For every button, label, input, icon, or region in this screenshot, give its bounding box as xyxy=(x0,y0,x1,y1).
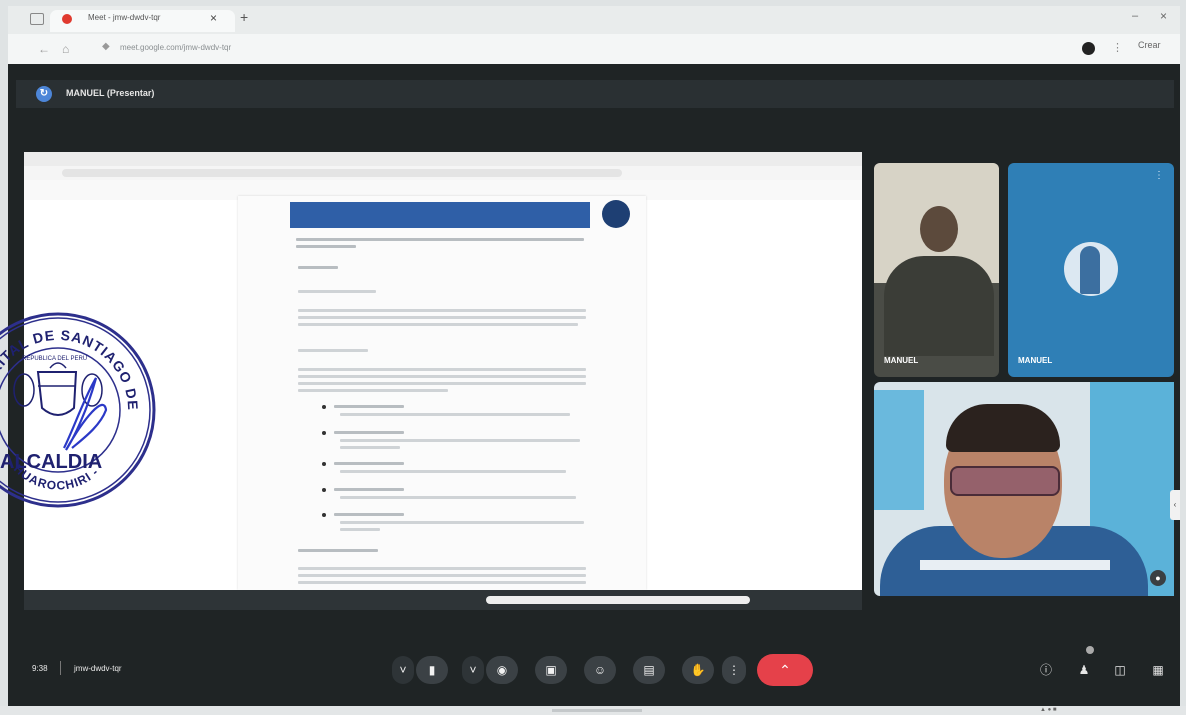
coat-of-arms-icon xyxy=(13,362,103,416)
seal-center-text: ALCALDIA xyxy=(0,451,102,473)
signature xyxy=(63,377,108,451)
camera-options-icon[interactable]: ˅ xyxy=(462,656,484,684)
lock-icon[interactable]: ◆ xyxy=(102,41,110,52)
window-close-button[interactable]: × xyxy=(1160,9,1167,23)
presentation-banner xyxy=(16,80,1174,108)
profile-button[interactable]: Crear xyxy=(1138,40,1161,50)
captions-icon[interactable]: ▣ xyxy=(535,656,567,684)
new-tab-button[interactable]: + xyxy=(240,9,248,25)
self-view-hair xyxy=(946,404,1060,452)
mic-options-icon[interactable]: ˅ xyxy=(392,656,414,684)
shared-url-box xyxy=(62,169,622,177)
home-icon[interactable]: ⌂ xyxy=(62,42,69,56)
document-header-banner xyxy=(290,202,590,228)
tab-favicon-icon xyxy=(62,14,72,24)
people-icon[interactable]: ♟ xyxy=(1074,660,1094,680)
microphone-icon[interactable]: ▮ xyxy=(416,656,448,684)
avatar-figure xyxy=(1080,246,1100,294)
shared-browser-tabbar xyxy=(24,152,862,166)
tab-actions-icon[interactable] xyxy=(30,13,44,25)
browser-menu-icon[interactable]: ⋮ xyxy=(1112,41,1123,54)
presenting-icon: ↻ xyxy=(36,86,52,102)
presenter-label: MANUEL (Presentar) xyxy=(66,88,155,98)
extension-icon[interactable] xyxy=(1082,42,1095,55)
self-view-shirt-stripe xyxy=(920,560,1110,570)
side-panel-handle[interactable]: ‹ xyxy=(1170,490,1180,520)
participant-name: MANUEL xyxy=(884,356,919,365)
raise-hand-icon[interactable]: ✋ xyxy=(682,656,714,684)
notification-badge xyxy=(1086,646,1094,654)
self-view-glasses xyxy=(950,466,1060,496)
participant-video-person xyxy=(884,256,994,356)
os-system-tray[interactable]: ▲ ● ■ xyxy=(1040,707,1057,713)
chat-icon[interactable]: ◫ xyxy=(1110,660,1130,680)
window-minimize-button[interactable]: – xyxy=(1132,10,1138,22)
municipal-seal: DISTRITAL DE SANTIAGO DE TUNA HUAROCHIRI… xyxy=(0,298,156,508)
end-call-icon[interactable]: ⌃ xyxy=(757,654,813,686)
participant-name: MANUEL xyxy=(1018,356,1053,365)
activities-icon[interactable]: ▦ xyxy=(1148,660,1168,680)
meeting-code: jmw-dwdv-tqr xyxy=(74,664,122,673)
seal-inner-text: REPUBLICA DEL PERU xyxy=(22,356,87,362)
shared-screen-scrollbar[interactable] xyxy=(486,596,750,604)
shared-document-page xyxy=(238,196,646,590)
os-taskbar-apps[interactable] xyxy=(552,709,642,712)
self-view-background xyxy=(874,390,924,510)
emoji-icon[interactable]: ☺ xyxy=(584,656,616,684)
more-options-icon[interactable]: ⋮ xyxy=(722,656,746,684)
meeting-time: 9:38 xyxy=(32,664,48,673)
present-icon[interactable]: ▤ xyxy=(633,656,665,684)
tab-title: Meet - jmw-dwdv-tqr xyxy=(88,13,161,22)
tab-close-icon[interactable]: × xyxy=(210,11,217,25)
tile-options-icon[interactable]: ⋮ xyxy=(1154,170,1164,181)
divider xyxy=(60,661,61,675)
info-icon[interactable]: ⓘ xyxy=(1036,660,1056,680)
camera-icon[interactable]: ◉ xyxy=(486,656,518,684)
participant-video-head xyxy=(920,206,958,252)
document-logo xyxy=(602,200,630,228)
back-icon[interactable]: ← xyxy=(38,42,50,56)
url-text[interactable]: meet.google.com/jmw-dwdv-tqr xyxy=(120,43,231,52)
mic-muted-icon: ● xyxy=(1150,570,1166,586)
